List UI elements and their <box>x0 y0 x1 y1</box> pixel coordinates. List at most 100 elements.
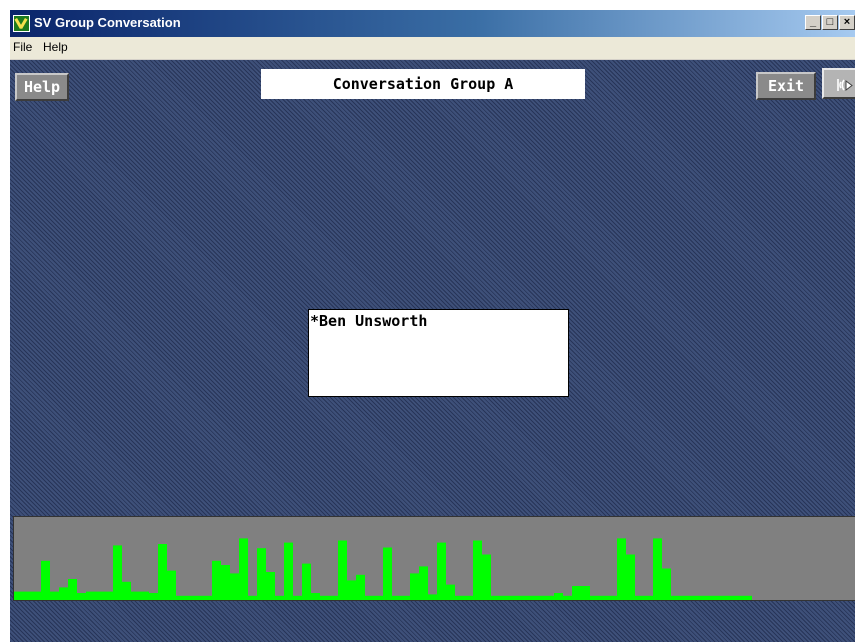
member-list[interactable]: *Ben Unsworth <box>308 309 569 397</box>
activity-bar <box>131 591 140 600</box>
activity-bar <box>329 595 338 600</box>
activity-bar <box>374 595 383 600</box>
help-button[interactable]: Help <box>15 73 69 101</box>
activity-bar <box>392 595 401 600</box>
activity-bar <box>50 591 59 600</box>
activity-bar <box>734 595 743 600</box>
activity-bar <box>95 591 104 600</box>
activity-bar <box>167 570 176 600</box>
activity-bar <box>212 560 221 600</box>
activity-bar <box>41 560 50 600</box>
activity-bar <box>518 595 527 600</box>
activity-bar <box>338 540 347 600</box>
activity-bar <box>554 593 563 600</box>
activity-bar <box>104 591 113 600</box>
activity-bar <box>230 573 239 600</box>
activity-bar <box>347 580 356 600</box>
activity-bar <box>311 593 320 600</box>
activity-bar <box>320 595 329 600</box>
activity-bar <box>626 554 635 600</box>
activity-bar <box>590 595 599 600</box>
activity-bar <box>266 572 275 600</box>
menu-bar: File Help <box>10 37 855 60</box>
activity-bar <box>158 544 167 600</box>
activity-bar <box>86 591 95 600</box>
activity-bar <box>140 591 149 600</box>
activity-bar <box>257 548 266 600</box>
activity-bar <box>725 595 734 600</box>
activity-bar <box>509 595 518 600</box>
activity-bar <box>239 538 248 600</box>
activity-bar <box>608 595 617 600</box>
window-title: SV Group Conversation <box>34 15 181 30</box>
minimize-button[interactable]: _ <box>805 15 821 30</box>
activity-bar <box>293 595 302 600</box>
activity-bar <box>635 595 644 600</box>
activity-bar <box>365 595 374 600</box>
activity-bar <box>302 563 311 600</box>
activity-bar <box>23 591 32 600</box>
activity-bar <box>248 595 257 600</box>
app-window: SV Group Conversation _ □ × File Help He… <box>10 10 855 642</box>
activity-bar <box>491 595 500 600</box>
group-title: Conversation Group A <box>261 69 585 99</box>
close-button[interactable]: × <box>839 15 855 30</box>
conversation-canvas: Help Conversation Group A Exit *Ben Unsw… <box>10 60 855 642</box>
activity-bar <box>32 591 41 600</box>
activity-bar <box>437 542 446 600</box>
activity-bar <box>482 554 491 600</box>
activity-bar <box>707 595 716 600</box>
activity-bar <box>383 547 392 600</box>
activity-bar <box>221 565 230 600</box>
activity-bar <box>536 595 545 600</box>
activity-bar <box>401 595 410 600</box>
activity-bar <box>527 595 536 600</box>
activity-bar <box>671 595 680 600</box>
activity-bar <box>698 595 707 600</box>
activity-bar <box>455 595 464 600</box>
menu-file[interactable]: File <box>13 40 32 54</box>
activity-panel <box>13 516 855 601</box>
activity-bar <box>563 595 572 600</box>
activity-bar <box>545 595 554 600</box>
activity-bar <box>122 581 131 600</box>
activity-bar <box>185 595 194 600</box>
activity-bar <box>428 594 437 600</box>
speaker-icon[interactable] <box>822 68 855 99</box>
activity-bar <box>194 595 203 600</box>
activity-bar <box>59 587 68 600</box>
activity-bar <box>680 595 689 600</box>
activity-bar <box>500 595 509 600</box>
member-item[interactable]: *Ben Unsworth <box>310 312 427 330</box>
activity-chart <box>14 538 752 600</box>
activity-bar <box>176 595 185 600</box>
activity-bar <box>572 586 581 600</box>
activity-bar <box>203 595 212 600</box>
activity-bar <box>473 540 482 600</box>
activity-bar <box>77 593 86 600</box>
activity-bar <box>689 595 698 600</box>
activity-bar <box>644 595 653 600</box>
activity-bar <box>716 595 725 600</box>
activity-bar <box>149 593 158 600</box>
activity-bar <box>356 574 365 600</box>
maximize-button[interactable]: □ <box>822 15 838 30</box>
activity-bar <box>113 545 122 600</box>
menu-help[interactable]: Help <box>43 40 68 54</box>
activity-bar <box>68 579 77 600</box>
activity-bar <box>284 542 293 600</box>
activity-bar <box>275 595 284 600</box>
activity-bar <box>410 573 419 600</box>
title-bar[interactable]: SV Group Conversation _ □ × <box>10 10 855 37</box>
activity-bar <box>743 595 752 600</box>
activity-bar <box>464 595 473 600</box>
exit-button[interactable]: Exit <box>756 72 816 100</box>
activity-bar <box>662 568 671 600</box>
app-icon[interactable] <box>13 15 30 32</box>
activity-bar <box>617 538 626 600</box>
activity-bar <box>14 591 23 600</box>
activity-bar <box>599 595 608 600</box>
activity-bar <box>581 586 590 600</box>
activity-bar <box>419 566 428 600</box>
activity-bar <box>446 584 455 600</box>
